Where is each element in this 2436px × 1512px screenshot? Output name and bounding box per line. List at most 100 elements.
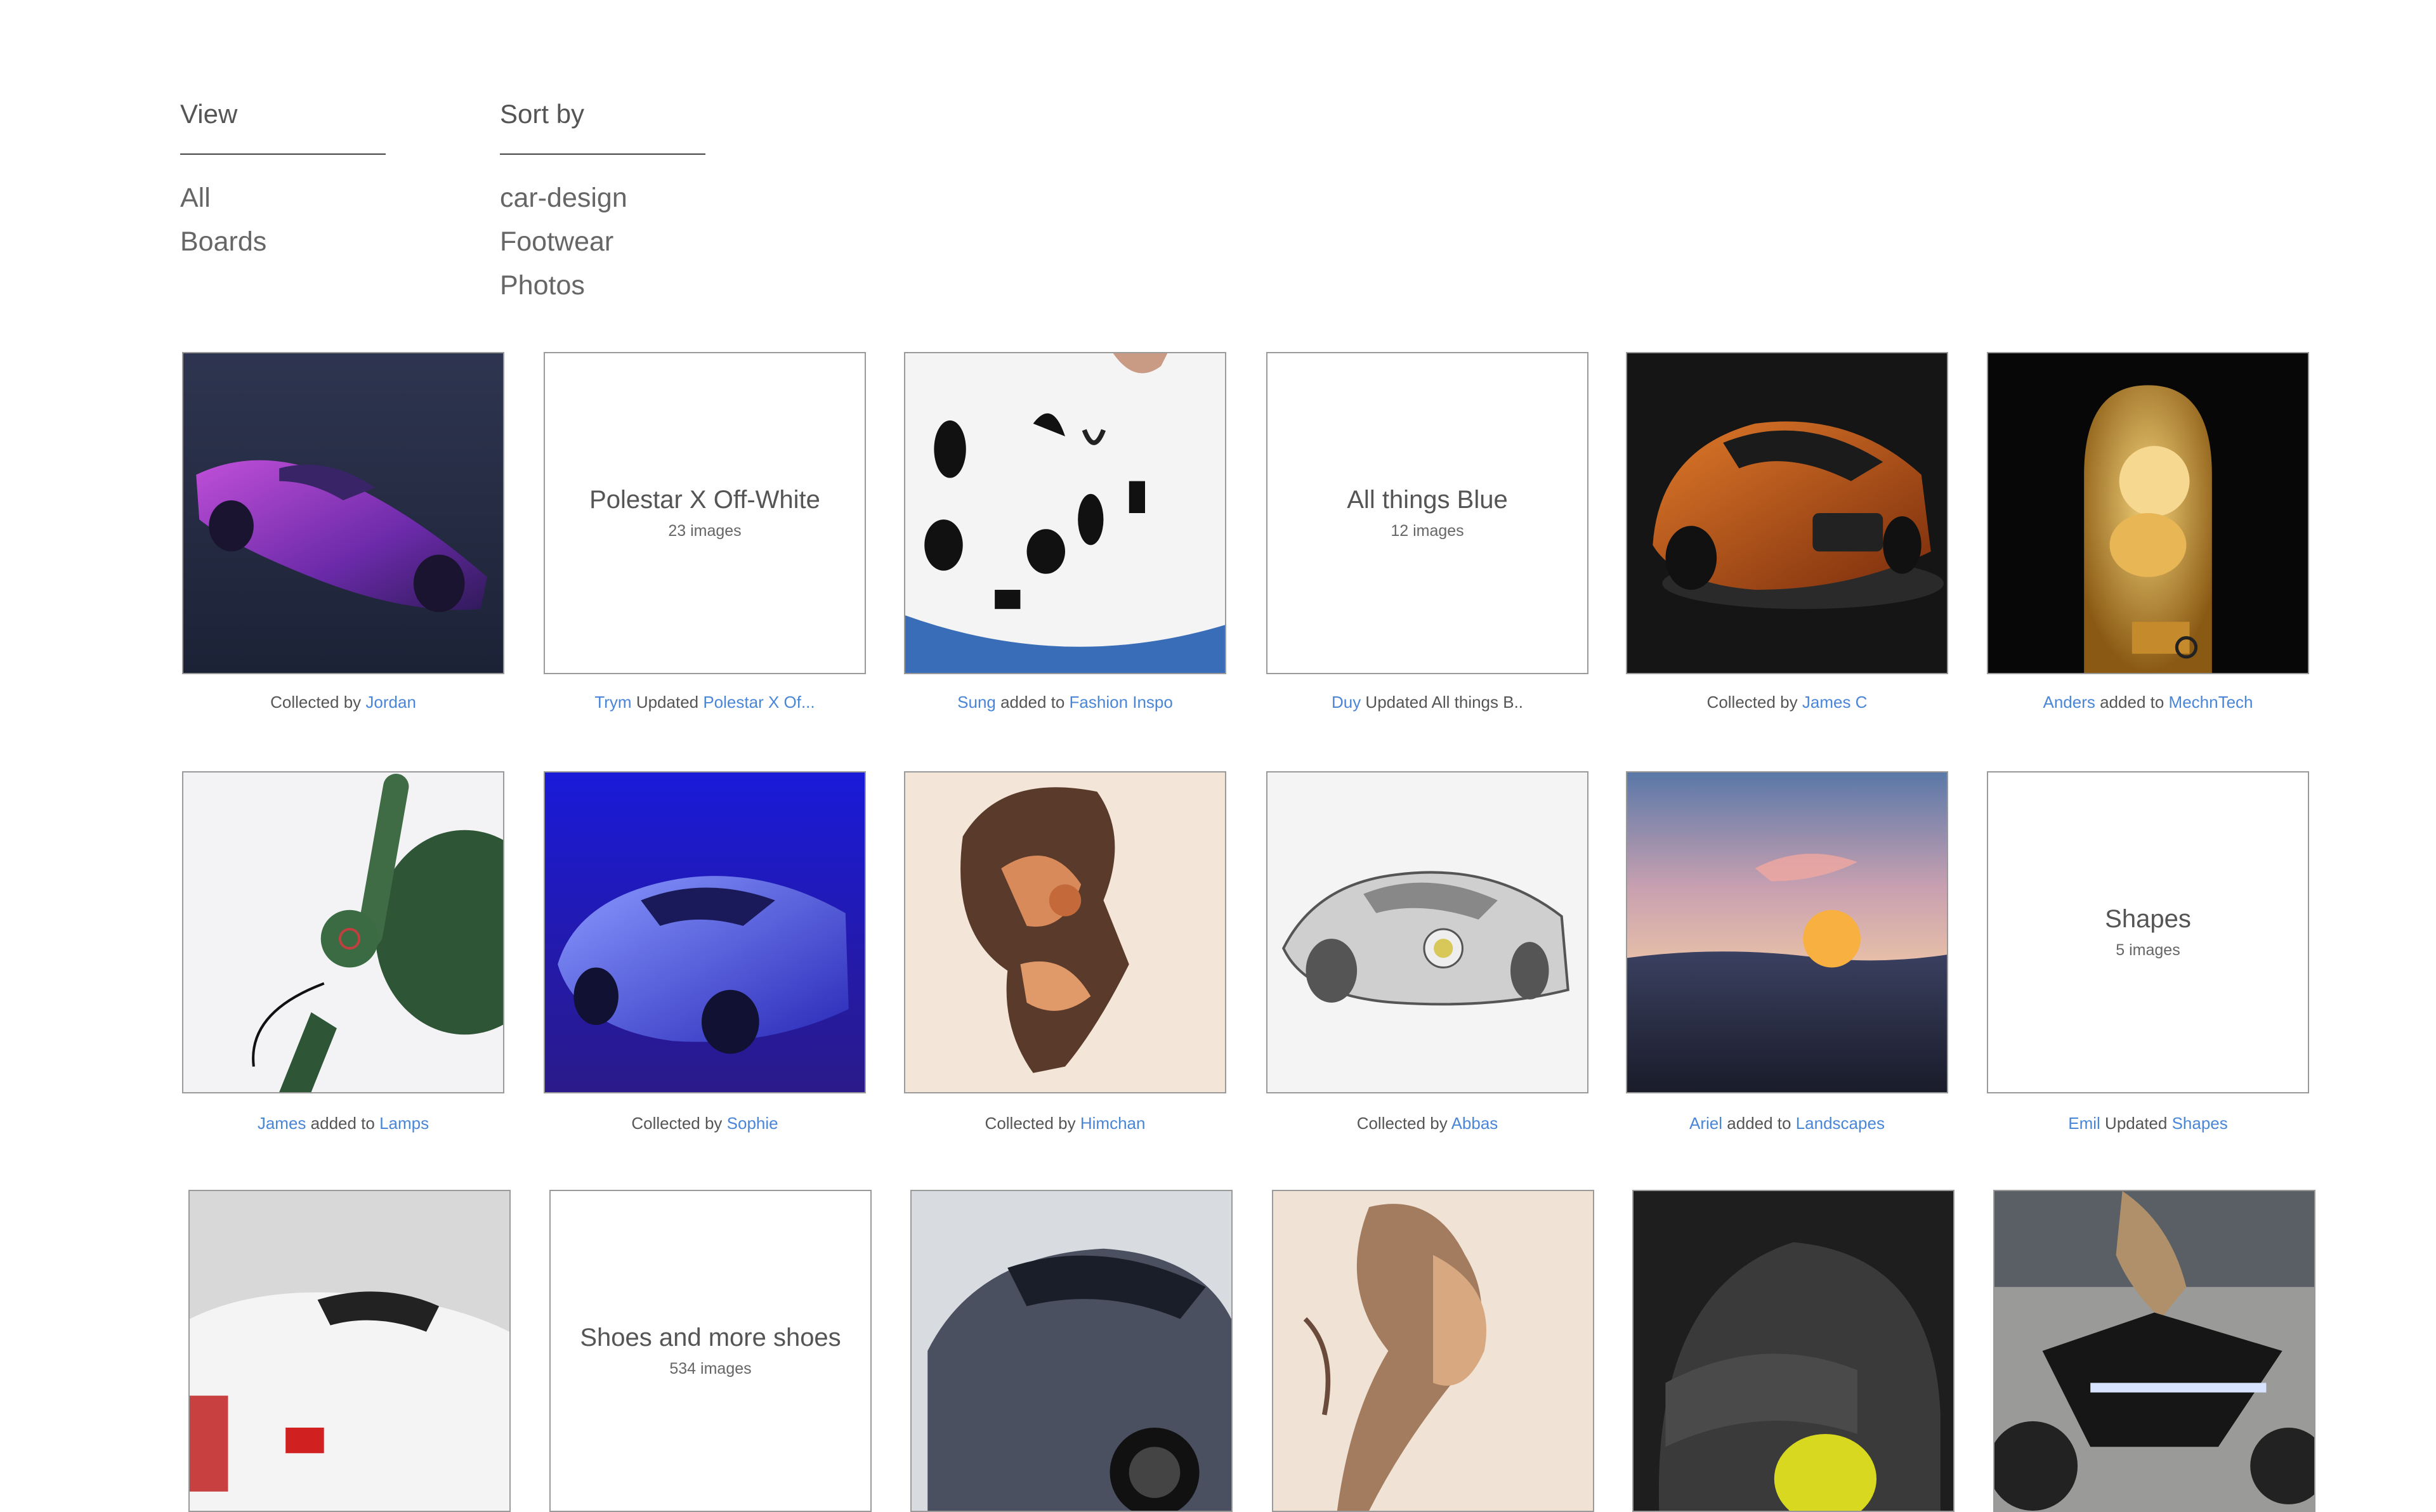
caption-user-link[interactable]: Ariel [1689, 1114, 1727, 1133]
card-caption: Collected by James C [1626, 693, 1948, 712]
abstract-figure-image[interactable] [904, 771, 1226, 1093]
board-image-count: 534 images [669, 1360, 752, 1378]
beige-abstract-image[interactable] [1272, 1190, 1594, 1512]
image-card[interactable] [188, 1190, 511, 1512]
purple-car-image[interactable] [182, 352, 504, 674]
caption-user-link[interactable]: Sung [957, 693, 996, 712]
card-caption: Collected by Jordan [182, 693, 504, 712]
image-card[interactable]: Collected by Himchan [904, 771, 1226, 1133]
white-racecar-image[interactable] [188, 1190, 511, 1512]
caption-board-link[interactable]: Fashion Inspo [1070, 693, 1173, 712]
card-caption: James added to Lamps [182, 1114, 504, 1133]
caption-text: Collected by [270, 693, 366, 712]
image-card[interactable]: Collected by Jordan [182, 352, 504, 712]
desert-sunset-image[interactable] [1626, 771, 1948, 1093]
board-title: Shoes and more shoes [580, 1324, 841, 1352]
caption-text: added to [995, 693, 1070, 712]
grey-suv-artwork [912, 1191, 1231, 1511]
helmet-image[interactable] [1632, 1190, 1955, 1512]
caption-user-link[interactable]: Emil [2068, 1114, 2100, 1133]
orange-car-artwork [1627, 353, 1947, 673]
card-caption: Collected by Himchan [904, 1114, 1226, 1133]
board-thumbnail[interactable]: All things Blue 12 images [1266, 352, 1588, 674]
card-caption: Anders added to MechnTech [1987, 693, 2309, 712]
card-caption: Ariel added to Landscapes [1626, 1114, 1948, 1133]
board-image-count: 12 images [1391, 522, 1464, 540]
caption-text: added to [310, 1114, 380, 1133]
amber-capsule-artwork [1988, 353, 2308, 673]
blue-car-image[interactable] [544, 771, 866, 1093]
caption-text: Collected by [985, 1114, 1080, 1133]
board-card[interactable]: Polestar X Off-White 23 images Trym Update… [544, 352, 866, 712]
caption-user-link[interactable]: James C [1802, 693, 1868, 712]
card-caption: Sung added to Fashion Inspo [904, 693, 1226, 712]
atv-rider-image[interactable] [1993, 1190, 2315, 1512]
caption-text: added to [1727, 1114, 1796, 1133]
card-caption: Duy Updated All things B.. [1266, 693, 1588, 712]
caption-text: Collected by [1706, 693, 1802, 712]
orange-car-image[interactable] [1626, 352, 1948, 674]
abstract-figure-artwork [905, 772, 1225, 1092]
board-card[interactable]: Shoes and more shoes 534 images [549, 1190, 872, 1512]
caption-text: Updated [2100, 1114, 2172, 1133]
amber-capsule-image[interactable] [1987, 352, 2309, 674]
sketch-car-image[interactable] [1266, 771, 1588, 1093]
board-thumbnail[interactable]: Shoes and more shoes 534 images [549, 1190, 872, 1512]
board-thumbnail[interactable]: Polestar X Off-White 23 images [544, 352, 866, 674]
caption-board-link[interactable]: Shapes [2172, 1114, 2228, 1133]
caption-board-link[interactable]: Lamps [379, 1114, 429, 1133]
card-caption: Collected by Abbas [1266, 1114, 1588, 1133]
caption-text: Collected by [631, 1114, 727, 1133]
board-title: Shapes [2105, 905, 2191, 933]
grey-suv-image[interactable] [910, 1190, 1233, 1512]
board-card[interactable]: Shapes 5 images Emil Updated Shapes [1987, 771, 2309, 1133]
board-thumbnail[interactable]: Shapes 5 images [1987, 771, 2309, 1093]
beige-abstract-artwork [1273, 1191, 1593, 1511]
board-title: All things Blue [1347, 486, 1508, 514]
image-card[interactable] [910, 1190, 1233, 1512]
board-title: Polestar X Off-White [589, 486, 820, 514]
image-card[interactable]: Collected by Abbas [1266, 771, 1588, 1133]
desert-sunset-artwork [1627, 772, 1947, 1092]
image-card[interactable]: Collected by James C [1626, 352, 1948, 712]
card-caption: Emil Updated Shapes [1987, 1114, 2309, 1133]
board-image-count: 23 images [668, 522, 742, 540]
fashion-jacket-artwork [905, 353, 1225, 673]
caption-user-link[interactable]: Himchan [1080, 1114, 1146, 1133]
board-card[interactable]: All things Blue 12 images Duy Updated All … [1266, 352, 1588, 712]
caption-board-link[interactable]: MechnTech [2169, 693, 2253, 712]
caption-board-link[interactable]: Landscapes [1796, 1114, 1885, 1133]
caption-user-link[interactable]: Abbas [1451, 1114, 1498, 1133]
caption-text: Collected by [1356, 1114, 1451, 1133]
caption-user-link[interactable]: James [258, 1114, 311, 1133]
caption-user-link[interactable]: Jordan [365, 693, 416, 712]
card-caption: Collected by Sophie [544, 1114, 866, 1133]
image-card[interactable]: Collected by Sophie [544, 771, 866, 1133]
caption-user-link[interactable]: Anders [2043, 693, 2095, 712]
image-card[interactable]: James added to Lamps [182, 771, 504, 1133]
caption-user-link[interactable]: Trym [594, 693, 631, 712]
collection-grid: Collected by Jordan Polestar X Off-White 2… [0, 0, 2436, 1512]
image-card[interactable]: Anders added to MechnTech [1987, 352, 2309, 712]
white-racecar-artwork [190, 1191, 509, 1511]
purple-car-artwork [183, 353, 503, 673]
caption-text: added to [2095, 693, 2169, 712]
image-card[interactable]: Sung added to Fashion Inspo [904, 352, 1226, 712]
fashion-jacket-image[interactable] [904, 352, 1226, 674]
board-image-count: 5 images [2116, 941, 2180, 959]
helmet-artwork [1634, 1191, 1953, 1511]
card-caption: Trym Updated Polestar X Of... [544, 693, 866, 712]
caption-text: Updated All things B.. [1361, 693, 1524, 712]
green-lamp-artwork [183, 772, 503, 1092]
sketch-car-artwork [1267, 772, 1587, 1092]
atv-rider-artwork [1994, 1191, 2314, 1511]
image-card[interactable] [1993, 1190, 2315, 1512]
image-card[interactable] [1632, 1190, 1955, 1512]
image-card[interactable] [1272, 1190, 1594, 1512]
caption-board-link[interactable]: Polestar X Of... [703, 693, 815, 712]
image-card[interactable]: Ariel added to Landscapes [1626, 771, 1948, 1133]
caption-user-link[interactable]: Sophie [727, 1114, 778, 1133]
green-lamp-image[interactable] [182, 771, 504, 1093]
blue-car-artwork [545, 772, 865, 1092]
caption-user-link[interactable]: Duy [1332, 693, 1361, 712]
